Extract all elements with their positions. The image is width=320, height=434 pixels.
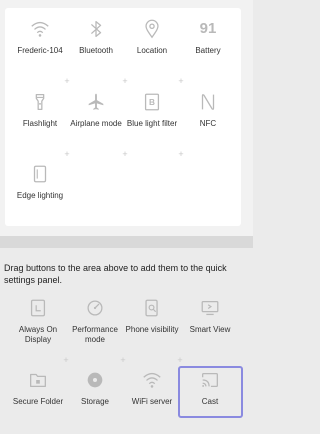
tile-location[interactable]: Location xyxy=(122,18,182,56)
tile-airplane-mode[interactable]: Airplane mode xyxy=(66,91,126,129)
tile-secure-folder[interactable]: Secure Folder xyxy=(8,369,68,407)
tile-label: Airplane mode xyxy=(70,119,122,128)
cast-highlight-outline xyxy=(178,366,243,418)
grid-plus-marker: + xyxy=(63,355,69,365)
grid-plus-marker: + xyxy=(178,149,184,159)
tile-edge-lighting[interactable]: Edge lighting xyxy=(10,163,70,201)
wifi-icon xyxy=(31,21,49,37)
tile-label: Blue light filter xyxy=(126,119,178,128)
tile-label: Flashlight xyxy=(22,119,58,128)
always-on-display-icon xyxy=(30,299,46,317)
tile-storage[interactable]: Storage xyxy=(65,369,125,407)
location-icon xyxy=(145,19,159,39)
wifi-server-icon xyxy=(143,372,161,388)
tile-label: Edge lighting xyxy=(16,191,64,200)
tile-wifi-server[interactable]: WiFi server xyxy=(122,369,182,407)
tile-label: Always On Display xyxy=(18,325,58,344)
bluetooth-icon xyxy=(90,21,102,37)
tile-label: Frederic-104 xyxy=(17,46,63,55)
tile-battery[interactable]: 91 Battery xyxy=(178,18,238,56)
grid-plus-marker: + xyxy=(177,355,183,365)
tile-label: Bluetooth xyxy=(79,46,113,55)
tile-flashlight[interactable]: Flashlight xyxy=(10,91,70,129)
grid-plus-marker: + xyxy=(64,76,70,86)
performance-mode-icon xyxy=(87,300,103,316)
drag-instructions: Drag buttons to the area above to add th… xyxy=(4,263,227,285)
tile-nfc[interactable]: NFC xyxy=(178,91,238,129)
smart-view-icon xyxy=(201,300,219,316)
tile-phone-visibility[interactable]: Phone visibility xyxy=(122,297,182,335)
flashlight-icon xyxy=(35,94,45,110)
nfc-icon xyxy=(201,94,215,110)
tile-label: Smart View xyxy=(189,325,231,334)
tile-label: Performance mode xyxy=(72,325,118,344)
airplane-icon xyxy=(88,93,104,110)
tile-always-on-display[interactable]: Always On Display xyxy=(8,297,68,345)
tile-blue-light-filter[interactable]: B Blue light filter xyxy=(122,91,182,129)
secure-folder-icon xyxy=(30,373,46,388)
tile-label: Secure Folder xyxy=(12,397,64,406)
blue-light-filter-icon: B xyxy=(144,93,160,111)
tile-label: WiFi server xyxy=(131,397,173,406)
tile-smart-view[interactable]: Smart View xyxy=(180,297,240,335)
grid-plus-marker: + xyxy=(122,149,128,159)
tile-label: NFC xyxy=(199,119,217,128)
panel-divider xyxy=(0,236,253,248)
edge-lighting-icon xyxy=(33,165,47,183)
tile-performance-mode[interactable]: Performance mode xyxy=(65,297,125,345)
grid-plus-marker: + xyxy=(120,355,126,365)
tile-label: Battery xyxy=(195,46,221,55)
grid-plus-marker: + xyxy=(122,76,128,86)
storage-icon xyxy=(87,372,103,388)
tile-label: Location xyxy=(136,46,168,55)
tile-wifi[interactable]: Frederic-104 xyxy=(10,18,70,56)
grid-plus-marker: + xyxy=(178,76,184,86)
grid-plus-marker: + xyxy=(64,149,70,159)
tile-label: Storage xyxy=(80,397,110,406)
svg-text:B: B xyxy=(149,98,155,107)
phone-visibility-icon xyxy=(145,299,158,317)
tile-bluetooth[interactable]: Bluetooth xyxy=(66,18,126,56)
battery-icon: 91 xyxy=(199,20,217,37)
tile-label: Phone visibility xyxy=(125,325,179,334)
